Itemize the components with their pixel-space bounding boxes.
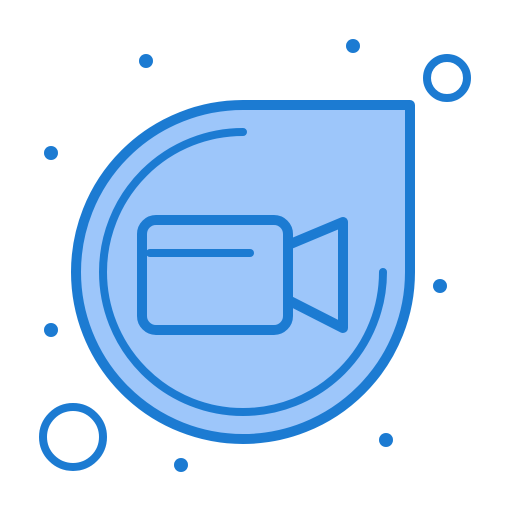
dot xyxy=(174,458,188,472)
dot xyxy=(433,279,447,293)
dot xyxy=(379,433,393,447)
video-chat-icon xyxy=(39,39,471,472)
dot xyxy=(346,39,360,53)
camera-body xyxy=(137,215,293,335)
icon-canvas xyxy=(0,0,512,512)
dot xyxy=(44,146,58,160)
ring xyxy=(423,54,471,102)
dot xyxy=(139,54,153,68)
ring xyxy=(39,403,107,471)
dot xyxy=(44,323,58,337)
camera-icon xyxy=(137,215,348,335)
